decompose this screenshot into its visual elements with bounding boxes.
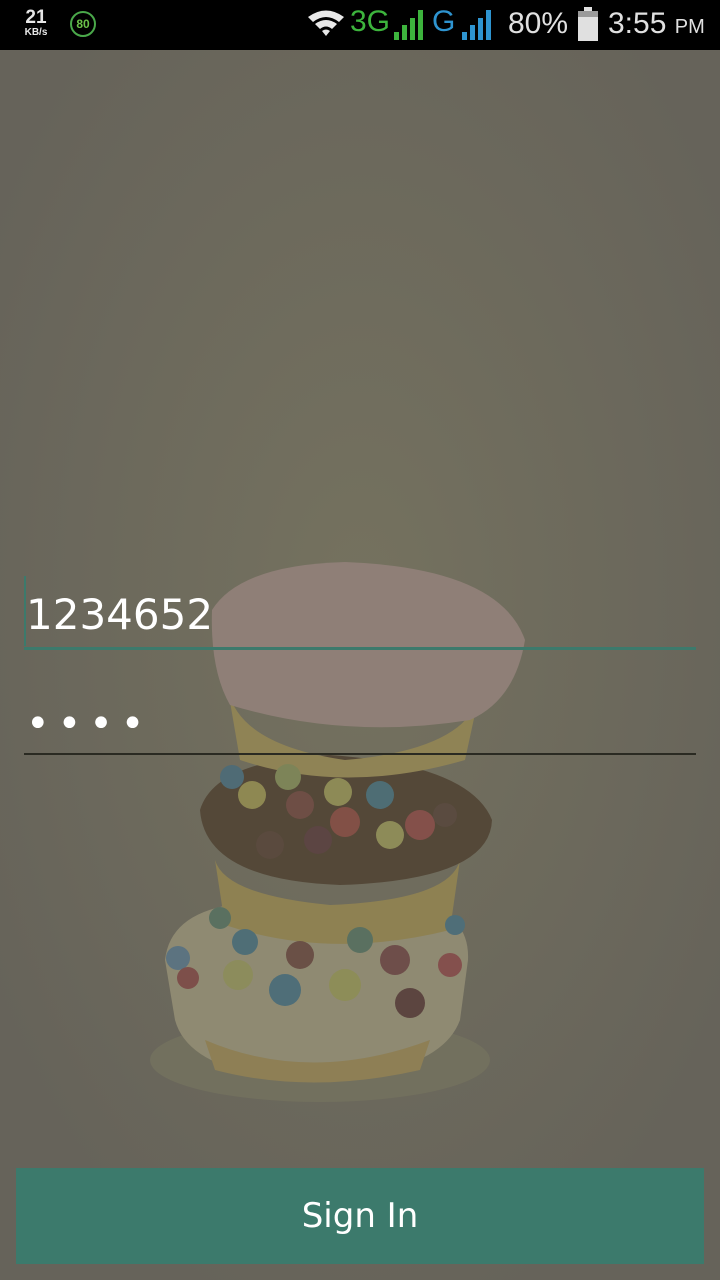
signal-icon (462, 10, 491, 40)
cleaner-badge: 80 (70, 11, 96, 37)
clock-ampm: PM (674, 16, 705, 38)
battery-percent: 80% (508, 7, 569, 40)
network-speed-indicator: 21 KB/s (20, 8, 52, 38)
status-bar: 21 KB/s 80 3G G 80% 3:55 PM (0, 0, 720, 50)
wifi-icon (308, 10, 344, 36)
network-type-3g: 3G (350, 5, 391, 38)
network-speed-value: 21 (25, 7, 47, 28)
network-type-g: G (432, 5, 456, 38)
signal-icon (394, 10, 423, 40)
password-input[interactable] (24, 694, 696, 755)
clock: 3:55 PM (608, 9, 705, 39)
background-image (0, 50, 720, 1280)
sign-in-button[interactable]: Sign In (16, 1168, 704, 1264)
battery-icon (578, 7, 598, 41)
text-cursor (24, 576, 26, 646)
username-input[interactable] (24, 582, 696, 650)
network-speed-unit: KB/s (24, 27, 48, 38)
clock-time: 3:55 (608, 7, 667, 40)
